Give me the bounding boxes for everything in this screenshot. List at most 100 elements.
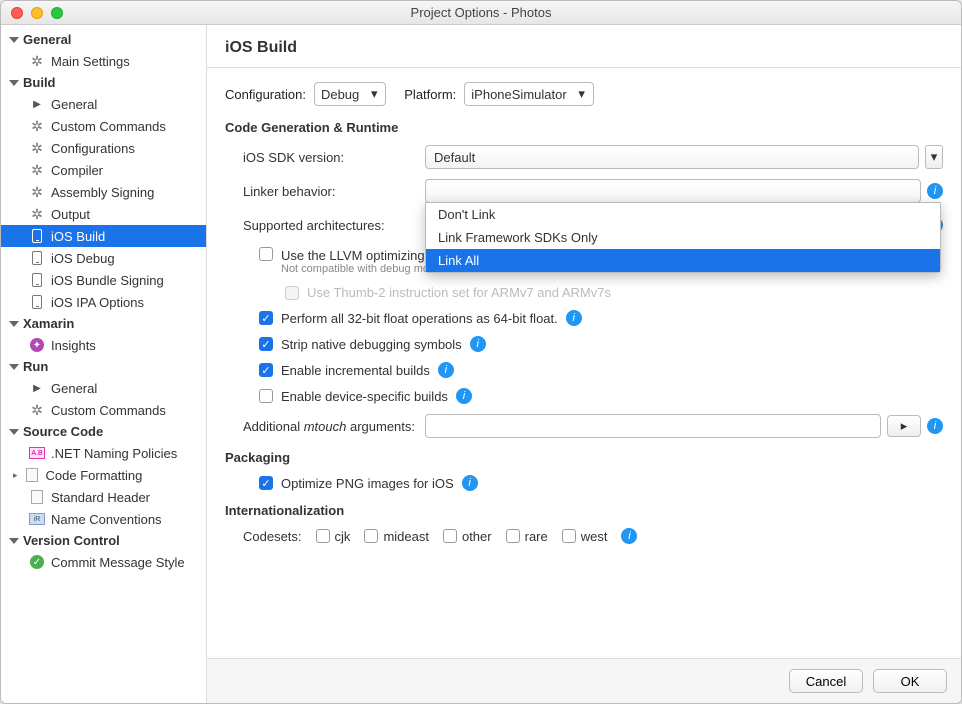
ok-button[interactable]: OK <box>873 669 947 693</box>
sidebar-item--net-naming-policies[interactable]: A.B.NET Naming Policies <box>1 442 206 464</box>
chevron-down-icon <box>9 80 19 86</box>
close-icon[interactable] <box>11 7 23 19</box>
gear-icon <box>29 402 45 418</box>
codeset-west-checkbox[interactable] <box>562 529 576 543</box>
info-icon[interactable]: i <box>927 183 943 199</box>
info-icon[interactable]: i <box>566 310 582 326</box>
gear-icon <box>29 162 45 178</box>
sidebar-item-label: Custom Commands <box>51 119 166 134</box>
sidebar-item-ios-build[interactable]: iOS Build <box>1 225 206 247</box>
sidebar-group-run[interactable]: Run <box>1 356 206 377</box>
sidebar-group-label: Run <box>23 359 48 374</box>
mtouch-input[interactable] <box>425 414 881 438</box>
insights-icon: ✦ <box>29 337 45 353</box>
sidebar-item-label: General <box>51 97 97 112</box>
sidebar-item-main-settings[interactable]: Main Settings <box>1 50 206 72</box>
sidebar-group-label: Source Code <box>23 424 103 439</box>
codeset-mideast-label: mideast <box>383 529 429 544</box>
device-specific-label: Enable device-specific builds <box>281 389 448 404</box>
maximize-icon[interactable] <box>51 7 63 19</box>
sidebar-item-output[interactable]: Output <box>1 203 206 225</box>
chevron-down-icon: ▾ <box>365 86 383 102</box>
run-button[interactable]: ▸ <box>887 415 921 437</box>
sidebar-item-insights[interactable]: ✦Insights <box>1 334 206 356</box>
sidebar-item-configurations[interactable]: Configurations <box>1 137 206 159</box>
sidebar-item-general[interactable]: General <box>1 377 206 399</box>
sidebar-item-compiler[interactable]: Compiler <box>1 159 206 181</box>
sidebar-item-name-conventions[interactable]: iR Name Conventions <box>1 508 206 530</box>
sidebar-group-version-control[interactable]: Version Control <box>1 530 206 551</box>
configuration-select[interactable]: Debug ▾ <box>314 82 386 106</box>
document-icon <box>24 467 40 483</box>
chevron-right-icon: ▸ <box>13 470 18 481</box>
linker-dropdown-menu: Don't LinkLink Framework SDKs OnlyLink A… <box>425 202 941 273</box>
sidebar-item-label: Standard Header <box>51 490 150 505</box>
play-icon <box>29 380 45 396</box>
minimize-icon[interactable] <box>31 7 43 19</box>
strip-checkbox[interactable] <box>259 337 273 351</box>
sidebar-item-ios-ipa-options[interactable]: iOS IPA Options <box>1 291 206 313</box>
float32-label: Perform all 32-bit float operations as 6… <box>281 311 558 326</box>
sidebar-item-custom-commands[interactable]: Custom Commands <box>1 115 206 137</box>
info-icon[interactable]: i <box>456 388 472 404</box>
codeset-mideast-checkbox[interactable] <box>364 529 378 543</box>
chevron-down-icon[interactable]: ▾ <box>925 145 943 169</box>
sidebar-group-build[interactable]: Build <box>1 72 206 93</box>
sidebar-item-label: iOS IPA Options <box>51 295 144 310</box>
sidebar-group-general[interactable]: General <box>1 29 206 50</box>
sidebar-item-custom-commands[interactable]: Custom Commands <box>1 399 206 421</box>
linker-label: Linker behavior: <box>225 184 425 199</box>
check-icon: ✓ <box>29 554 45 570</box>
codeset-cjk-checkbox[interactable] <box>316 529 330 543</box>
platform-select[interactable]: iPhoneSimulator ▾ <box>464 82 593 106</box>
sidebar-item-label: Configurations <box>51 141 135 156</box>
info-icon[interactable]: i <box>462 475 478 491</box>
llvm-checkbox[interactable] <box>259 247 273 261</box>
sidebar-item-commit-message-style[interactable]: ✓Commit Message Style <box>1 551 206 573</box>
cancel-button[interactable]: Cancel <box>789 669 863 693</box>
sidebar-item-label: .NET Naming Policies <box>51 446 177 461</box>
configuration-label: Configuration: <box>225 87 306 102</box>
section-packaging: Packaging <box>225 450 943 465</box>
info-icon[interactable]: i <box>927 418 943 434</box>
codeset-other-checkbox[interactable] <box>443 529 457 543</box>
sidebar-item-label: Name Conventions <box>51 512 162 527</box>
linker-select[interactable] <box>425 179 921 203</box>
phone-icon <box>29 294 45 310</box>
sidebar-group-xamarin[interactable]: Xamarin <box>1 313 206 334</box>
strip-label: Strip native debugging symbols <box>281 337 462 352</box>
incremental-checkbox[interactable] <box>259 363 273 377</box>
section-intl: Internationalization <box>225 503 943 518</box>
section-codegen: Code Generation & Runtime <box>225 120 943 135</box>
sidebar-item-label: Custom Commands <box>51 403 166 418</box>
linker-option-don-t-link[interactable]: Don't Link <box>426 203 940 226</box>
codeset-rare-label: rare <box>525 529 548 544</box>
sidebar-item-label: iOS Build <box>51 229 105 244</box>
linker-option-link-all[interactable]: Link All <box>426 249 940 272</box>
codeset-rare-checkbox[interactable] <box>506 529 520 543</box>
sidebar-group-label: Version Control <box>23 533 120 548</box>
info-icon[interactable]: i <box>621 528 637 544</box>
info-icon[interactable]: i <box>470 336 486 352</box>
sidebar-item-code-formatting[interactable]: ▸Code Formatting <box>1 464 206 486</box>
mtouch-label: Additional mtouch arguments: <box>225 419 425 434</box>
sdk-label: iOS SDK version: <box>225 150 425 165</box>
optimize-png-checkbox[interactable] <box>259 476 273 490</box>
sidebar-item-general[interactable]: General <box>1 93 206 115</box>
titlebar: Project Options - Photos <box>1 1 961 25</box>
sidebar-group-source-code[interactable]: Source Code <box>1 421 206 442</box>
sidebar-item-label: Main Settings <box>51 54 130 69</box>
gear-icon <box>29 118 45 134</box>
sidebar-item-ios-bundle-signing[interactable]: iOS Bundle Signing <box>1 269 206 291</box>
sidebar-item-standard-header[interactable]: Standard Header <box>1 486 206 508</box>
codeset-cjk-label: cjk <box>335 529 351 544</box>
sidebar-item-assembly-signing[interactable]: Assembly Signing <box>1 181 206 203</box>
sdk-select[interactable]: Default <box>425 145 919 169</box>
sidebar-item-ios-debug[interactable]: iOS Debug <box>1 247 206 269</box>
convention-icon: iR <box>29 511 45 527</box>
traffic-lights <box>11 7 63 19</box>
float32-checkbox[interactable] <box>259 311 273 325</box>
device-specific-checkbox[interactable] <box>259 389 273 403</box>
linker-option-link-framework-sdks-only[interactable]: Link Framework SDKs Only <box>426 226 940 249</box>
info-icon[interactable]: i <box>438 362 454 378</box>
